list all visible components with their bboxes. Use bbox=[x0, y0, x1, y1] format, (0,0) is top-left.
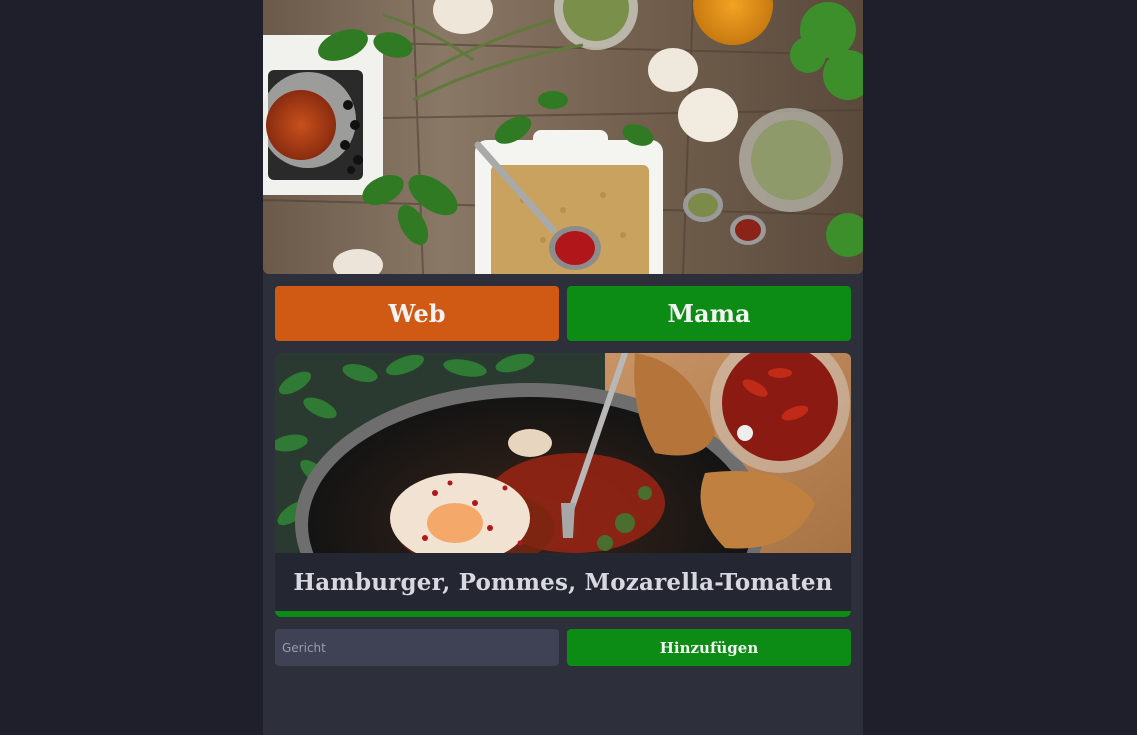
dish-title: Hamburger, Pommes, Mozarella-Tomaten bbox=[293, 568, 833, 596]
hero-image bbox=[263, 0, 863, 274]
dish-image bbox=[275, 353, 851, 553]
card-accent-bar bbox=[275, 611, 851, 617]
tab-mama[interactable]: Mama bbox=[567, 286, 851, 341]
add-button[interactable]: Hinzufügen bbox=[567, 629, 851, 666]
dish-input[interactable] bbox=[275, 629, 559, 666]
tab-web[interactable]: Web bbox=[275, 286, 559, 341]
dish-card[interactable]: Hamburger, Pommes, Mozarella-Tomaten bbox=[275, 353, 851, 617]
category-tabs: Web Mama bbox=[275, 286, 851, 341]
app-panel: Web Mama Hamburger, Pommes, Mozarella-To… bbox=[263, 0, 863, 735]
